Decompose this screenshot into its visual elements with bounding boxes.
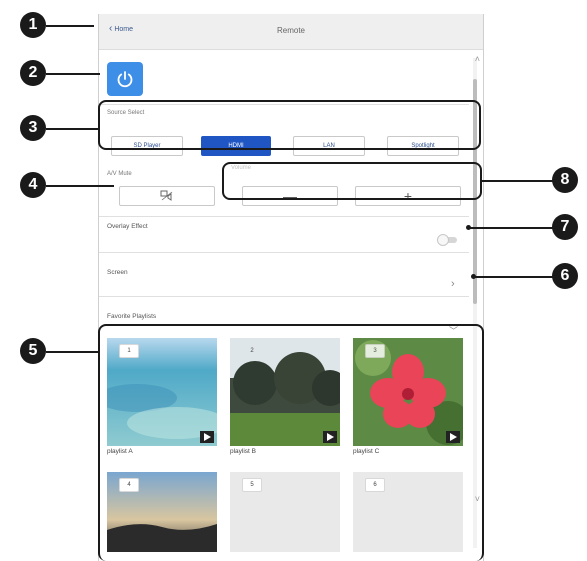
screen-label: Screen: [107, 269, 128, 276]
leader-line: [46, 351, 98, 353]
page-title: Remote: [276, 26, 305, 35]
leader-line: [46, 73, 100, 75]
app-bar: ‹ Home Remote: [99, 14, 483, 50]
favorite-playlists-label: Favorite Playlists: [107, 313, 157, 320]
callout-4: 4: [20, 172, 46, 198]
av-mute-label: A/V Mute: [107, 171, 132, 177]
leader-line: [46, 25, 94, 27]
favorites-highlight: [98, 324, 484, 561]
leader-dot: [466, 225, 471, 230]
leader-line: [46, 128, 98, 130]
callout-1: 1: [20, 12, 46, 38]
leader-dot: [471, 274, 476, 279]
chevron-right-icon[interactable]: ›: [451, 278, 455, 290]
divider: [99, 296, 469, 297]
callout-8: 8: [552, 167, 578, 193]
divider: [99, 216, 469, 217]
leader-line: [475, 276, 555, 278]
av-mute-icon: [160, 190, 173, 201]
callout-2: 2: [20, 60, 46, 86]
scroll-up-icon[interactable]: ˄: [475, 54, 480, 64]
source-select-highlight: [98, 100, 481, 150]
leader-line: [482, 180, 555, 182]
callout-6: 6: [552, 263, 578, 289]
callout-3: 3: [20, 115, 46, 141]
callout-5: 5: [20, 338, 46, 364]
volume-highlight: [222, 162, 482, 200]
leader-line: [46, 185, 114, 187]
overlay-effect-toggle[interactable]: [437, 234, 459, 246]
leader-line: [470, 227, 555, 229]
power-button[interactable]: [107, 62, 143, 96]
overlay-effect-label: Overlay Effect: [107, 223, 148, 230]
power-icon: [117, 71, 133, 88]
divider: [99, 252, 469, 253]
callout-7: 7: [552, 214, 578, 240]
av-mute-button[interactable]: [119, 186, 215, 206]
